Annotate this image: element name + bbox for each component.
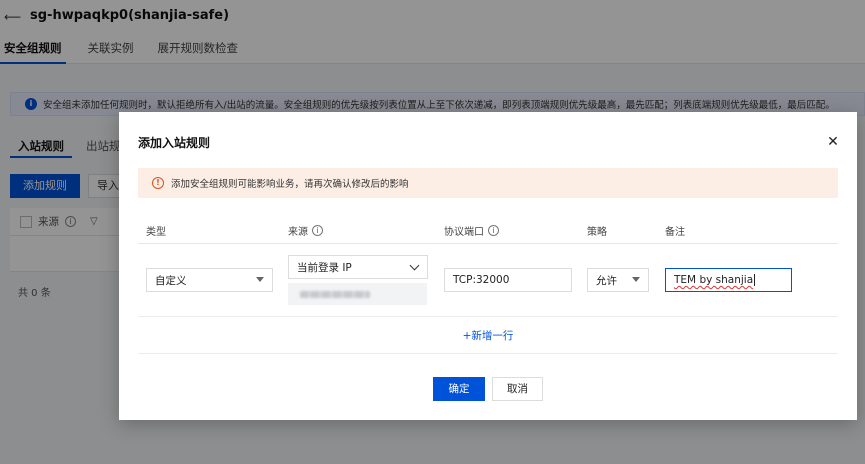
confirm-button[interactable]: 确定: [433, 377, 485, 401]
column-type: 类型: [146, 223, 166, 238]
port-help-icon[interactable]: i: [488, 225, 499, 236]
type-select[interactable]: 自定义: [146, 268, 273, 292]
warning-icon: !: [152, 177, 164, 189]
column-type-label: 类型: [146, 227, 166, 238]
add-inbound-rule-dialog: 添加入站规则 ✕ ! 添加安全组规则可能影响业务，请再次确认修改后的影响 类型 …: [119, 112, 857, 420]
remark-input[interactable]: TEM by shanjia: [665, 268, 792, 292]
column-source: 来源 i: [288, 223, 323, 238]
port-input-value: TCP:32000: [453, 274, 510, 286]
remark-input-value: TEM by shanjia: [674, 274, 754, 286]
policy-select-value: 允许: [596, 274, 617, 287]
policy-select[interactable]: 允许: [587, 268, 649, 292]
source-select-value: 当前登录 IP: [297, 261, 352, 274]
source-help-icon[interactable]: i: [312, 225, 323, 236]
column-source-label: 来源: [288, 227, 308, 238]
caret-down-icon: [632, 277, 640, 282]
warning-text: 添加安全组规则可能影响业务，请再次确认修改后的影响: [171, 179, 409, 190]
header-divider: [138, 243, 838, 244]
warning-banner: ! 添加安全组规则可能影响业务，请再次确认修改后的影响: [138, 168, 838, 198]
footer-divider: [138, 353, 838, 354]
column-remark: 备注: [665, 223, 685, 238]
close-icon[interactable]: ✕: [825, 134, 841, 150]
column-port-label: 协议端口: [444, 227, 484, 238]
source-ip-option[interactable]: [288, 283, 427, 305]
redacted-ip-text: [300, 290, 370, 298]
caret-down-icon: [256, 277, 264, 282]
text-cursor: [754, 274, 756, 286]
row-divider: [138, 316, 838, 317]
column-remark-label: 备注: [665, 227, 685, 238]
column-policy: 策略: [587, 223, 607, 238]
port-input[interactable]: TCP:32000: [444, 268, 572, 292]
cancel-button[interactable]: 取消: [492, 377, 543, 401]
column-policy-label: 策略: [587, 227, 607, 238]
add-row-link[interactable]: +新增一行: [138, 328, 838, 343]
source-select[interactable]: 当前登录 IP: [288, 255, 428, 279]
chevron-down-icon: [409, 260, 420, 271]
type-select-value: 自定义: [155, 274, 187, 287]
dialog-title: 添加入站规则: [138, 136, 211, 150]
column-port: 协议端口 i: [444, 223, 499, 238]
